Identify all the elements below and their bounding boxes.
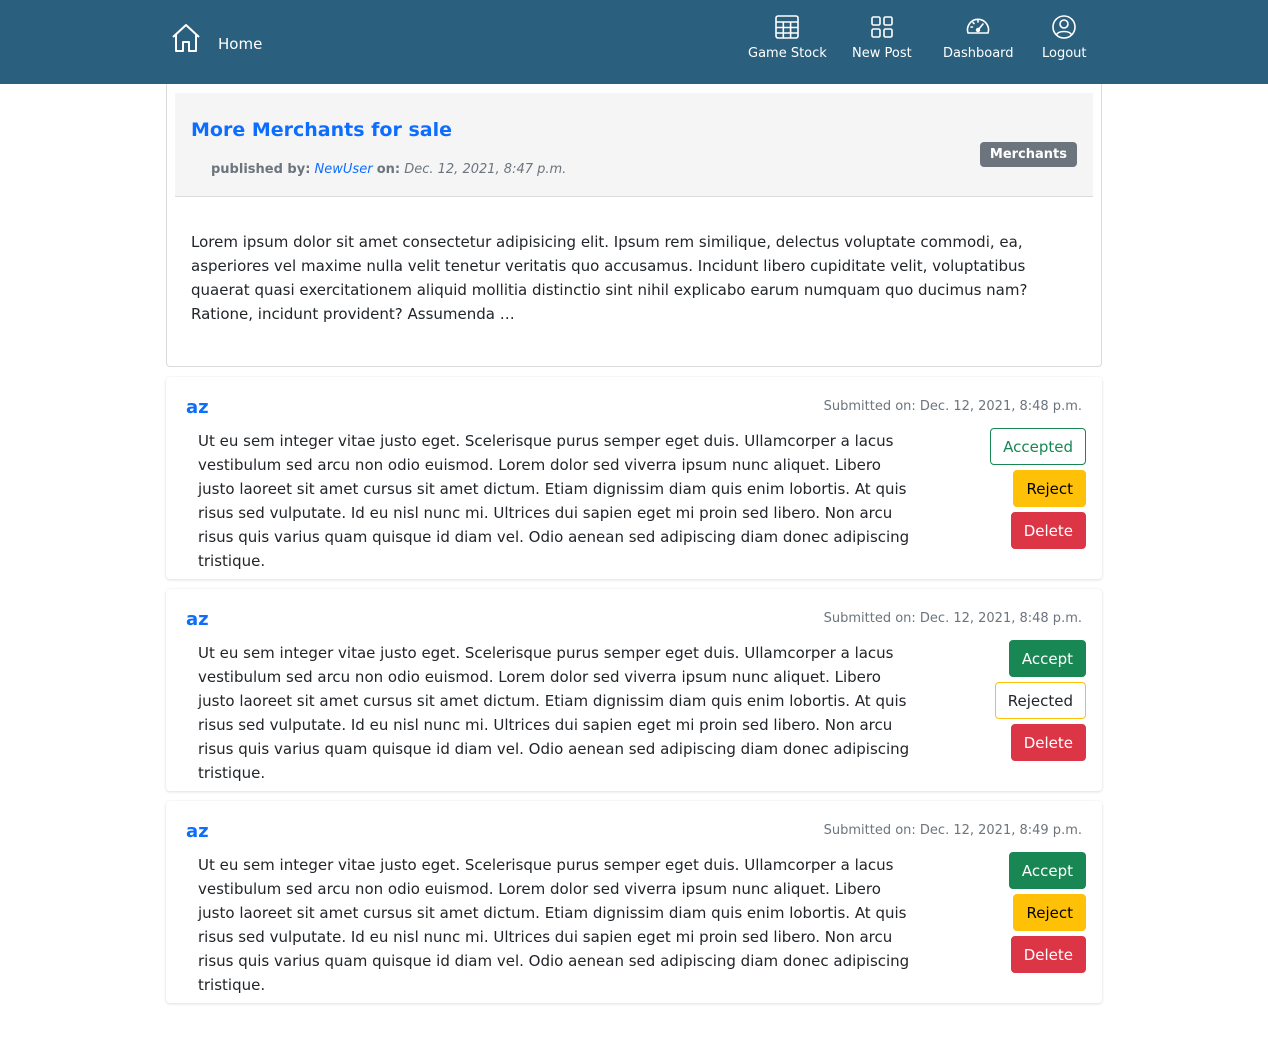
- on-label: on:: [376, 162, 401, 177]
- nav-game-stock[interactable]: Game Stock: [748, 14, 827, 61]
- speedometer-icon: [966, 18, 990, 34]
- comment-text: Ut eu sem integer vitae justo eget. Scel…: [198, 644, 910, 782]
- comment-date: Submitted on: Dec. 12, 2021, 8:49 p.m.: [823, 823, 1082, 838]
- post-author-link[interactable]: NewUser: [315, 162, 373, 177]
- grid-squares-icon: [871, 16, 893, 38]
- accept-button[interactable]: Accepted: [990, 428, 1086, 465]
- post-header: More Merchants for sale published by: Ne…: [175, 93, 1093, 197]
- delete-button[interactable]: Delete: [1010, 936, 1086, 973]
- accept-button[interactable]: Accept: [1008, 640, 1086, 677]
- user-circle-icon: [1052, 15, 1077, 39]
- comment-author[interactable]: az: [186, 821, 209, 842]
- published-by-label: published by:: [211, 162, 311, 177]
- post-card: More Merchants for sale published by: Ne…: [166, 84, 1102, 367]
- post-date: Dec. 12, 2021, 8:47 p.m.: [404, 162, 567, 177]
- comment-card: az Submitted on: Dec. 12, 2021, 8:48 p.m…: [166, 377, 1102, 579]
- comment-author[interactable]: az: [186, 609, 209, 630]
- table-grid-icon: [775, 15, 800, 39]
- nav-logout-label: Logout: [1042, 46, 1087, 61]
- comment-date: Submitted on: Dec. 12, 2021, 8:48 p.m.: [823, 611, 1082, 626]
- comment-text: Ut eu sem integer vitae justo eget. Scel…: [198, 856, 910, 994]
- post-body: Lorem ipsum dolor sit amet consectetur a…: [191, 233, 1028, 323]
- nav-dashboard-label: Dashboard: [943, 46, 1014, 61]
- reject-button[interactable]: Reject: [1013, 894, 1086, 931]
- comment-card: az Submitted on: Dec. 12, 2021, 8:49 p.m…: [166, 801, 1102, 1003]
- delete-button[interactable]: Delete: [1010, 512, 1086, 549]
- top-navbar: Home Game Stock New Post Dashboard Logou…: [0, 0, 1268, 84]
- comment-text: Ut eu sem integer vitae justo eget. Scel…: [198, 432, 910, 570]
- nav-dashboard[interactable]: Dashboard: [943, 14, 1014, 61]
- house-icon: [172, 24, 200, 52]
- comment-card: az Submitted on: Dec. 12, 2021, 8:48 p.m…: [166, 589, 1102, 791]
- post-meta: published by: NewUser on: Dec. 12, 2021,…: [211, 162, 566, 177]
- category-badge: Merchants: [979, 142, 1077, 167]
- comment-author[interactable]: az: [186, 397, 209, 418]
- nav-new-post-label: New Post: [852, 46, 912, 61]
- reject-button[interactable]: Reject: [1013, 470, 1086, 507]
- home-link[interactable]: Home: [171, 22, 262, 54]
- nav-logout[interactable]: Logout: [1042, 14, 1087, 61]
- nav-game-stock-label: Game Stock: [748, 46, 827, 61]
- reject-button[interactable]: Rejected: [994, 682, 1086, 719]
- nav-new-post[interactable]: New Post: [852, 14, 912, 61]
- home-label: Home: [218, 35, 263, 53]
- post-title[interactable]: More Merchants for sale: [191, 119, 452, 141]
- accept-button[interactable]: Accept: [1008, 852, 1086, 889]
- comment-date: Submitted on: Dec. 12, 2021, 8:48 p.m.: [823, 399, 1082, 414]
- delete-button[interactable]: Delete: [1010, 724, 1086, 761]
